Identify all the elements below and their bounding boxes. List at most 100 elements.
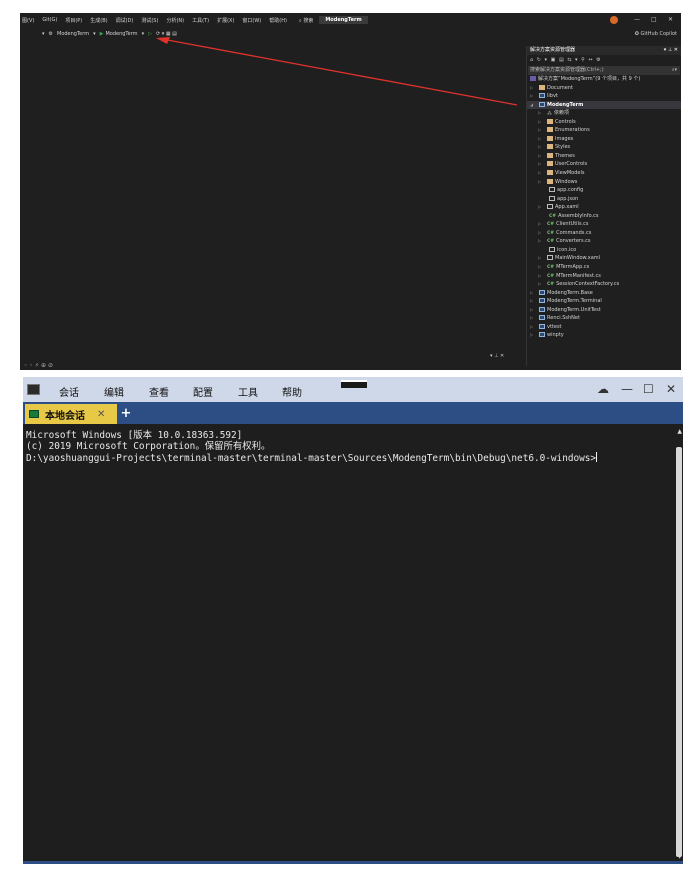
tree-item-label: Commands.cs: [556, 229, 592, 236]
tree-item-label: ModengTerm.Base: [547, 289, 593, 296]
expand-icon[interactable]: ▷: [538, 237, 541, 246]
tree-item-label: Enumerations: [555, 127, 590, 134]
tree-item-label: AssemblyInfo.cs: [558, 212, 599, 219]
menu-session[interactable]: 会话: [59, 384, 79, 399]
menu-tools[interactable]: 工具: [238, 384, 258, 399]
tree-item[interactable]: ▷ App.xaml: [527, 203, 681, 212]
tree-item[interactable]: ▷ ⁂ 依赖项: [527, 109, 681, 118]
close-icon[interactable]: ✕: [666, 382, 676, 396]
scroll-up-icon[interactable]: ▲: [677, 428, 682, 435]
tree-item[interactable]: ▷ Renci.SshNet: [527, 314, 681, 323]
tree-item[interactable]: ▷ vttest: [527, 323, 681, 332]
drag-handle[interactable]: [341, 380, 367, 388]
add-tab-button[interactable]: +: [119, 407, 133, 421]
tree-item[interactable]: ▷ Themes: [527, 152, 681, 161]
tree-item[interactable]: app.json: [527, 195, 681, 204]
solution-explorer-title-text: 解决方案资源管理器: [530, 47, 576, 53]
expand-icon[interactable]: ▷: [538, 263, 541, 272]
tree-item[interactable]: ▷ ModengTerm.UnitTest: [527, 306, 681, 315]
project-icon: [539, 101, 545, 107]
expand-icon[interactable]: ▷: [530, 297, 533, 306]
tree-item[interactable]: ▷ Styles: [527, 143, 681, 152]
solution-explorer: 解决方案资源管理器 ▾ ⊥ ✕ ⌂ ↻ ▾ ▣ ▤ ⇆ ▾ ⚲ ↔ ⚙ 搜索解决…: [526, 46, 681, 366]
menu-view[interactable]: 查看: [149, 384, 169, 399]
expand-icon[interactable]: ▷: [538, 178, 541, 187]
expand-icon[interactable]: ▷: [538, 160, 541, 169]
tab-local-session[interactable]: 本地会话 ✕: [25, 404, 117, 424]
tree-item[interactable]: ◢ ModengTerm: [527, 100, 681, 110]
project-icon: [539, 289, 545, 295]
tree-item[interactable]: ▷ C# ClientUtils.cs: [527, 220, 681, 229]
expand-icon[interactable]: ▷: [538, 126, 541, 135]
tree-item[interactable]: ▷ Controls: [527, 118, 681, 127]
tree-item[interactable]: ▷ ViewModels: [527, 169, 681, 178]
tree-item[interactable]: ▷ Windows: [527, 178, 681, 187]
arrow-head: [156, 37, 170, 44]
expand-icon[interactable]: ▷: [538, 272, 541, 281]
maximize-icon[interactable]: ☐: [643, 382, 654, 396]
tree-item[interactable]: ▷ C# Commands.cs: [527, 229, 681, 238]
solution-explorer-search[interactable]: 搜索解决方案资源管理器(Ctrl+;) ⌕▾: [528, 66, 680, 75]
tree-item[interactable]: ▷ UserControls: [527, 160, 681, 169]
tree-item-label: MTermApp.cs: [556, 264, 590, 271]
solution-root[interactable]: 解决方案“ModengTerm”(9 个项目，共 9 个): [527, 75, 681, 84]
vs-status-icons: ◦ ◦ ⚡ ⊕ ⊘: [24, 362, 53, 369]
tree-item[interactable]: ▷ MainWindow.xaml: [527, 254, 681, 263]
terminal-line: Microsoft Windows [版本 10.0.18363.592]: [26, 430, 243, 441]
expand-icon[interactable]: ▷: [530, 84, 533, 93]
tree-item[interactable]: ▷ Images: [527, 135, 681, 144]
page: { "vs": { "menu": ["图(V)","Git(G)","项目(P…: [0, 0, 688, 873]
expand-icon[interactable]: ▷: [538, 220, 541, 229]
tree-item[interactable]: ▷ C# SessionContextFactory.cs: [527, 280, 681, 289]
expand-icon[interactable]: ▷: [538, 280, 541, 289]
output-pane-controls-icon[interactable]: ▾ ⊥ ✕: [490, 353, 504, 359]
expand-icon[interactable]: ▷: [530, 289, 533, 298]
expand-icon[interactable]: ▷: [538, 152, 541, 161]
tree-item[interactable]: ▷ C# MTermManifest.cs: [527, 272, 681, 281]
minimize-icon[interactable]: —: [621, 382, 633, 396]
tree-item-label: Converters.cs: [556, 238, 591, 245]
scrollbar-thumb[interactable]: [676, 447, 682, 857]
pane-controls-icon[interactable]: ▾ ⊥ ✕: [664, 46, 678, 55]
expand-icon[interactable]: ▷: [530, 306, 533, 315]
tree-item[interactable]: icon.ico: [527, 246, 681, 255]
tree-item[interactable]: app.config: [527, 186, 681, 195]
expand-icon[interactable]: ▷: [538, 109, 541, 118]
expand-icon[interactable]: ◢: [530, 101, 533, 110]
menu-config[interactable]: 配置: [193, 384, 213, 399]
tab-close-icon[interactable]: ✕: [97, 409, 105, 420]
expand-icon[interactable]: ▷: [530, 314, 533, 323]
expand-icon[interactable]: ▷: [530, 92, 533, 101]
tree-item[interactable]: ▷ C# Converters.cs: [527, 237, 681, 246]
tree-item-label: app.json: [557, 195, 579, 202]
expand-icon[interactable]: ▷: [538, 118, 541, 127]
expand-icon[interactable]: ▷: [538, 254, 541, 263]
tree-item[interactable]: ▷ ModengTerm.Base: [527, 289, 681, 298]
theme-icon[interactable]: ☁: [597, 382, 609, 396]
menu-help[interactable]: 帮助: [282, 384, 302, 399]
tree-item[interactable]: ▷ ModengTerm.Terminal: [527, 297, 681, 306]
expand-icon[interactable]: ▷: [538, 203, 541, 212]
expand-icon[interactable]: ▷: [530, 323, 533, 332]
solution-explorer-toolbar: ⌂ ↻ ▾ ▣ ▤ ⇆ ▾ ⚲ ↔ ⚙: [527, 55, 681, 66]
tree-item[interactable]: ▷ winpty: [527, 331, 681, 340]
expand-icon[interactable]: ▷: [530, 331, 533, 340]
tree-item[interactable]: ▷ C# MTermApp.cs: [527, 263, 681, 272]
tree-item[interactable]: ▷ Enumerations: [527, 126, 681, 135]
scroll-down-icon[interactable]: ▼: [677, 853, 682, 860]
tree-item[interactable]: ▷ Document: [527, 84, 681, 93]
expand-icon[interactable]: ▷: [538, 229, 541, 238]
toolbar-icons[interactable]: ⌂ ↻ ▾ ▣ ▤ ⇆ ▾ ⚲ ↔ ⚙: [530, 57, 602, 63]
terminal-app-icon: [27, 384, 40, 395]
menu-edit[interactable]: 编辑: [104, 384, 124, 399]
terminal-tabbar: 本地会话 ✕ +: [23, 402, 683, 424]
tree-item-label: libvt: [547, 93, 558, 100]
csharp-icon: C#: [549, 213, 557, 219]
tree-item[interactable]: ▷ libvt: [527, 92, 681, 101]
file-icon: [549, 246, 555, 252]
terminal-output[interactable]: Microsoft Windows [版本 10.0.18363.592] (c)…: [23, 424, 675, 864]
expand-icon[interactable]: ▷: [538, 135, 541, 144]
expand-icon[interactable]: ▷: [538, 169, 541, 178]
tree-item[interactable]: C# AssemblyInfo.cs: [527, 212, 681, 221]
expand-icon[interactable]: ▷: [538, 143, 541, 152]
